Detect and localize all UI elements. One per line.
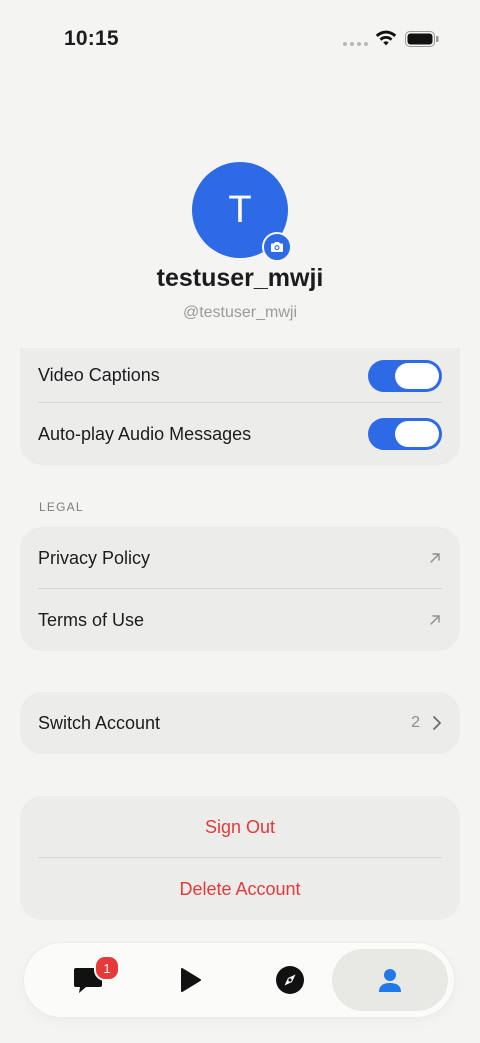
tab-discover[interactable] [232,949,348,1011]
chevron-right-icon [433,716,441,730]
terms-of-use-row[interactable]: Terms of Use [20,589,460,651]
video-captions-row: Video Captions [20,348,460,403]
terms-of-use-label: Terms of Use [38,609,145,630]
account-actions-group: Sign Out Delete Account [20,796,460,920]
battery-icon [405,31,439,47]
switch-account-group: Switch Account 2 [20,692,460,754]
privacy-policy-label: Privacy Policy [38,547,151,568]
avatar-initial: T [228,188,252,231]
tab-chats[interactable]: 1 [30,949,146,1011]
delete-account-button[interactable]: Delete Account [20,858,460,920]
tab-play[interactable] [132,949,248,1011]
cellular-signal-icon [343,42,368,46]
status-bar: 10:15 [0,0,480,78]
status-time: 10:15 [64,27,119,50]
sign-out-button[interactable]: Sign Out [20,796,460,858]
tab-bar: 1 [24,943,454,1017]
video-captions-toggle[interactable] [368,359,442,392]
compass-icon [276,966,304,994]
autoplay-audio-toggle[interactable] [368,418,442,450]
play-icon [181,968,201,992]
unread-badge: 1 [94,955,120,981]
media-settings-group: Video Captions Auto-play Audio Messages [20,348,460,465]
autoplay-audio-label: Auto-play Audio Messages [38,423,252,444]
legal-section-header: LEGAL [39,500,84,514]
video-captions-label: Video Captions [38,365,160,385]
tab-profile[interactable] [332,949,448,1011]
external-link-icon [430,615,440,625]
camera-icon[interactable] [262,232,292,262]
wifi-icon [375,30,397,46]
profile-handle: @testuser_mwji [182,304,298,321]
external-link-icon [430,553,440,563]
switch-account-label: Switch Account [38,712,161,733]
person-icon [379,969,401,992]
profile-username: testuser_mwji [156,264,324,292]
profile-settings-screen: 10:15 T testuser_mwji @testuser_mwji Vid… [0,0,480,1043]
legal-group: Privacy Policy Terms of Use [20,527,460,651]
privacy-policy-row[interactable]: Privacy Policy [20,527,460,589]
switch-account-row[interactable]: Switch Account 2 [20,692,460,754]
account-count: 2 [411,714,420,731]
autoplay-audio-row: Auto-play Audio Messages [20,403,460,465]
